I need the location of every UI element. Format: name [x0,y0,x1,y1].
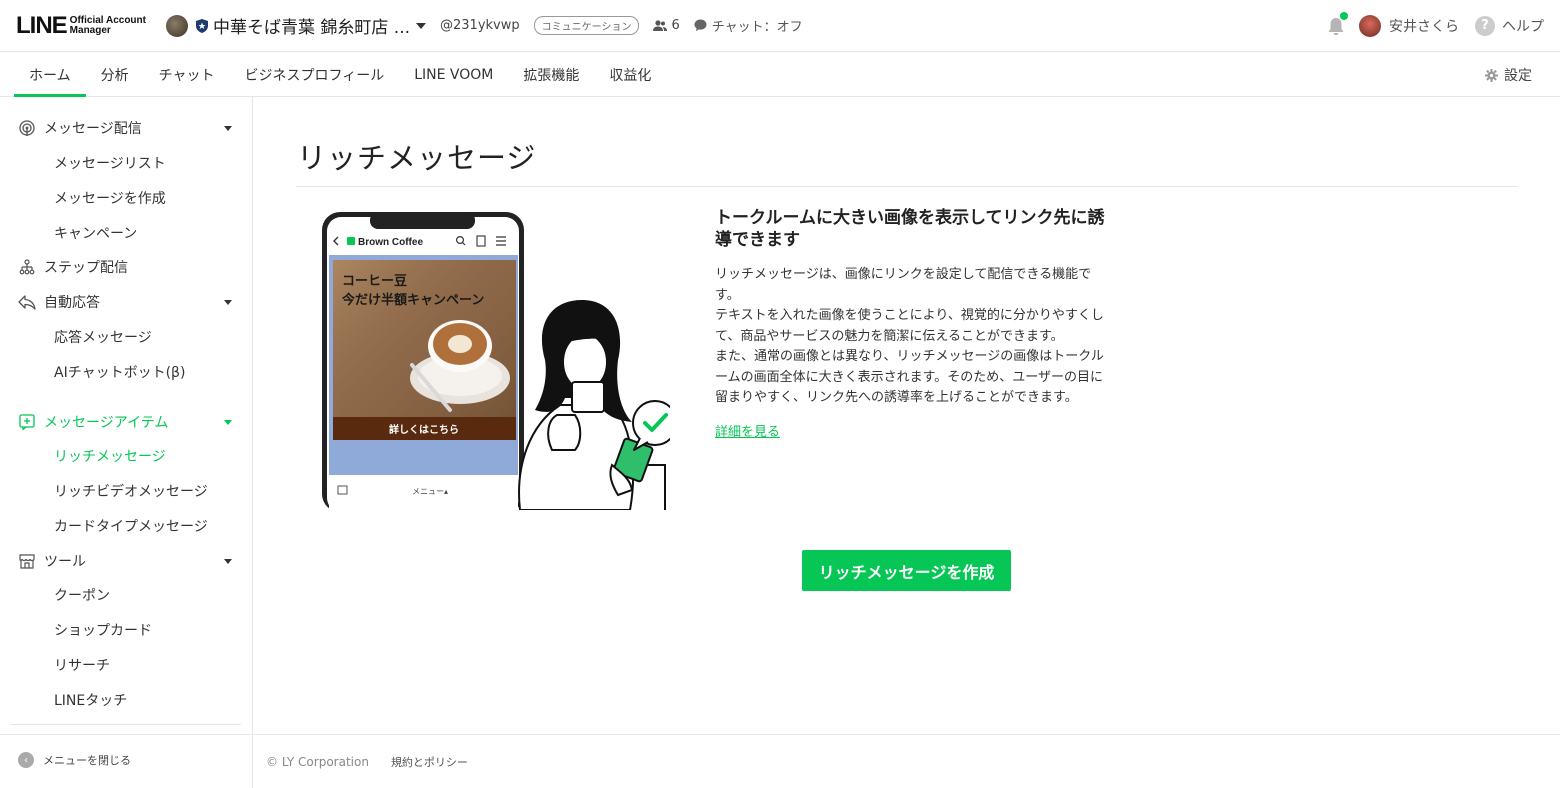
banner-button-text: 詳しくはこちら [389,423,459,436]
logo-line-text: LINE [16,11,68,39]
sidebar-item-card-type-message[interactable]: カードタイプメッセージ [54,516,208,536]
sidebar-section-step-delivery[interactable]: ステップ配信 [18,257,232,277]
phone-menu-label: メニュー▴ [412,487,448,496]
main-nav: ホーム 分析 チャット ビジネスプロフィール LINE VOOM 拡張機能 収益… [0,53,1560,97]
description-body: リッチメッセージは、画像にリンクを設定して配信できる機能です。 テキストを入れた… [715,267,1104,405]
chat-bubble-icon [694,19,707,32]
chevron-down-icon [224,299,232,305]
chat-name: Brown Coffee [358,237,423,248]
page-title: リッチメッセージ [297,141,537,175]
header-right: 安井さくら ? ヘルプ [1325,11,1544,37]
copyright: © LY Corporation [266,754,369,769]
close-menu-label: メニューを閉じる [43,754,131,767]
logo-subtext: Official Account Manager [69,14,146,36]
tab-business-profile[interactable]: ビジネスプロフィール [229,53,399,96]
sidebar-item-coupon[interactable]: クーポン [54,585,110,605]
sidebar-section-tools[interactable]: ツール [18,551,232,571]
banner-line2: 今だけ半額キャンペーン [341,292,484,308]
sidebar-item-rich-video-message[interactable]: リッチビデオメッセージ [54,481,208,501]
sidebar-section-label: メッセージ配信 [44,121,142,137]
chevron-down-icon [224,558,232,564]
title-divider [296,186,1518,187]
plan-badge: コミュニケーション [533,16,640,35]
chevron-left-icon: ‹ [18,752,34,768]
friends-icon [653,19,668,31]
tab-chat[interactable]: チャット [144,53,230,96]
details-link[interactable]: 詳細を見る [715,421,780,440]
account-avatar[interactable] [165,14,188,37]
settings-label: 設定 [1504,68,1532,84]
broadcast-icon [18,119,36,137]
description-box: トークルームに大きい画像を表示してリンク先に誘導できます リッチメッセージは、画… [715,207,1110,440]
account-switch-caret-icon[interactable] [416,22,427,29]
top-header: LINE Official Account Manager 中華そば青葉 錦糸町… [0,0,1560,52]
user-name[interactable]: 安井さくら [1389,16,1459,36]
description-title: トークルームに大きい画像を表示してリンク先に誘導できます [715,208,1105,250]
sidebar-section-label: メッセージアイテム [44,415,169,431]
footer: © LY Corporation 規約とポリシー [254,734,1560,788]
sidebar-section-label: ステップ配信 [44,260,128,276]
sidebar-divider [0,734,253,735]
sidebar-section-label: 自動応答 [44,295,100,311]
policy-link[interactable]: 規約とポリシー [391,754,468,770]
gear-icon [1485,68,1498,82]
sidebar-divider [10,724,241,725]
chat-status-text: チャット：オフ [711,20,803,35]
user-avatar[interactable] [1359,14,1381,37]
sidebar-item-ai-chatbot[interactable]: AIチャットボット(β) [54,362,185,382]
tab-extensions[interactable]: 拡張機能 [508,53,594,96]
message-item-icon [18,413,36,431]
rich-message-illustration: Brown Coffee コーヒー豆 今だけ半額キャンペーン 詳しくはこちら メ… [322,212,670,510]
notification-dot [1340,11,1348,20]
step-icon [18,258,36,276]
help-link[interactable]: ヘルプ [1502,16,1544,36]
sidebar-section-auto-reply[interactable]: 自動応答 [18,292,232,312]
chat-status[interactable]: チャット：オフ [694,16,803,35]
phone-mockup-icon: Brown Coffee コーヒー豆 今だけ半額キャンペーン 詳しくはこちら メ… [322,212,524,510]
friend-count[interactable]: 6 [653,18,680,33]
sidebar-item-campaign[interactable]: キャンペーン [54,223,137,243]
tab-analytics[interactable]: 分析 [86,53,144,96]
sidebar-section-message-delivery[interactable]: メッセージ配信 [18,118,232,138]
tool-icon [18,552,36,570]
close-menu-button[interactable]: ‹ メニューを閉じる [18,752,131,768]
account-name[interactable]: 中華そば青葉 錦糸町店 ... [213,13,410,38]
banner-line1: コーヒー豆 [342,274,407,289]
settings-link[interactable]: 設定 [1485,53,1532,97]
account-id: @231ykvwp [440,18,520,33]
logo-sub-line2: Manager [69,24,111,36]
reply-icon [18,293,36,311]
notification-bell[interactable] [1325,11,1348,37]
shield-icon [195,18,208,33]
sidebar-item-line-touch[interactable]: LINEタッチ [54,690,127,710]
sidebar-item-response-message[interactable]: 応答メッセージ [54,327,152,347]
sidebar-item-shop-card[interactable]: ショップカード [54,620,152,640]
sidebar-item-create-message[interactable]: メッセージを作成 [54,188,166,208]
tab-line-voom[interactable]: LINE VOOM [399,53,508,96]
line-oa-logo[interactable]: LINE Official Account Manager [16,12,146,40]
tab-home[interactable]: ホーム [14,53,86,97]
chevron-down-icon [224,125,232,131]
friend-count-value: 6 [671,18,680,33]
sidebar: メッセージ配信 メッセージリスト メッセージを作成 キャンペーン ステップ配信 … [0,97,253,788]
create-rich-message-button[interactable]: リッチメッセージを作成 [802,550,1011,591]
chevron-down-icon [224,419,232,425]
logo-sub-line1: Official Account [69,14,146,26]
tab-monetization[interactable]: 収益化 [594,53,666,96]
check-bubble-icon [632,400,670,451]
sidebar-item-message-list[interactable]: メッセージリスト [54,153,166,173]
sidebar-section-message-items[interactable]: メッセージアイテム [18,412,232,432]
sidebar-item-research[interactable]: リサーチ [54,655,110,675]
help-icon[interactable]: ? [1475,15,1495,36]
sidebar-section-label: ツール [44,554,86,570]
sidebar-item-rich-message[interactable]: リッチメッセージ [54,446,166,466]
main-content: リッチメッセージ Brown Coffee コーヒー豆 今だけ半額キャンペーン … [254,97,1560,734]
